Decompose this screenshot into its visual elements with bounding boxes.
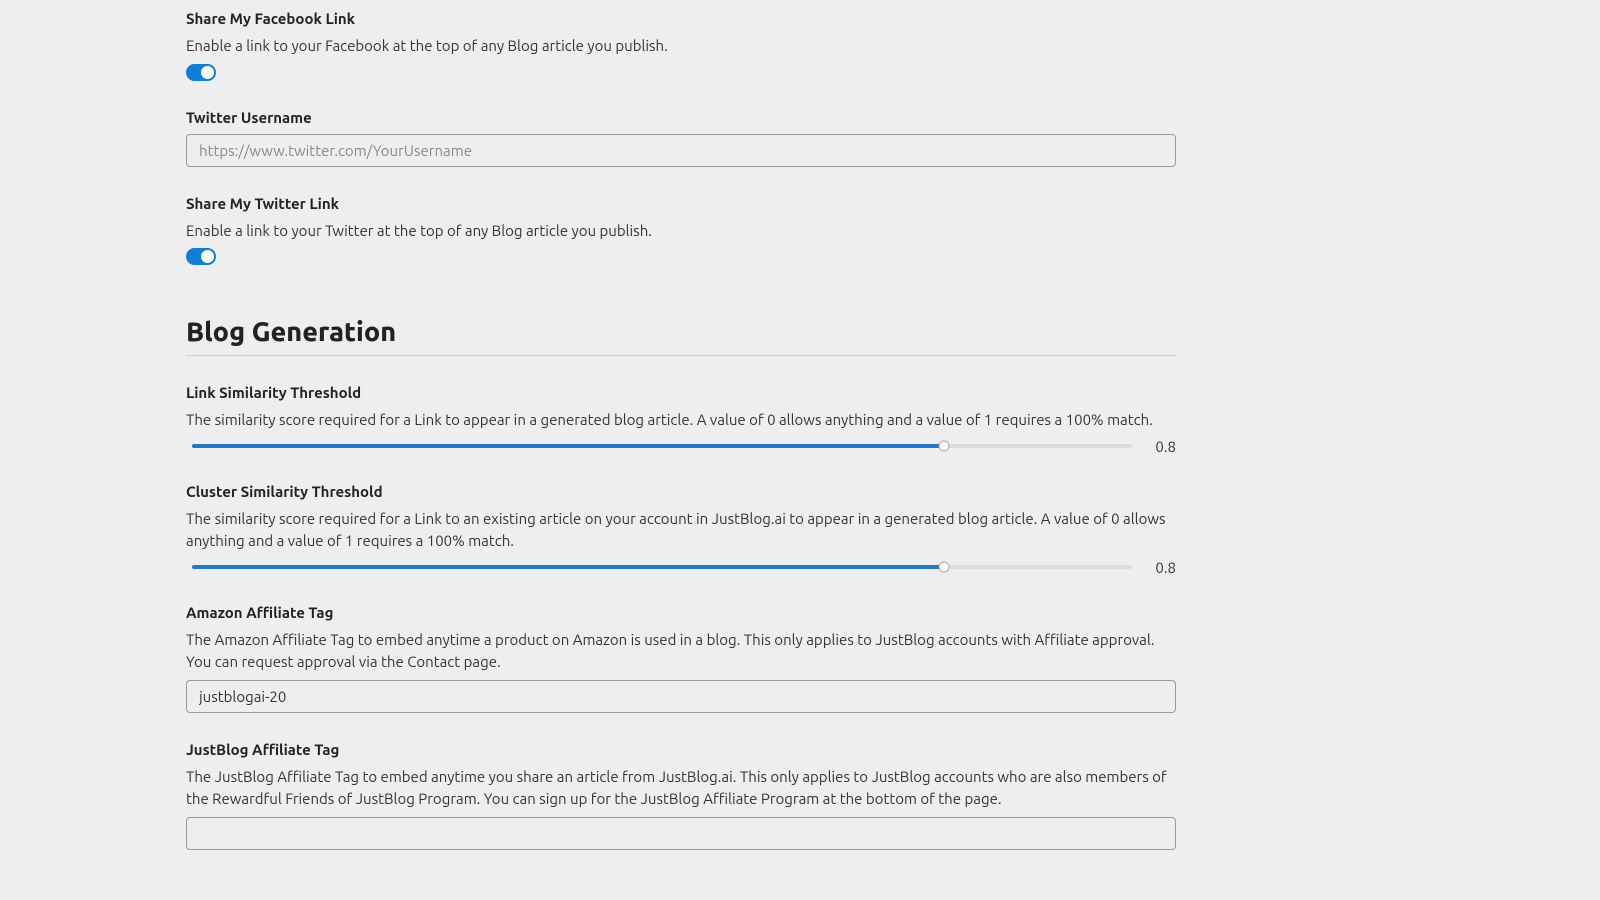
twitter-username-group: Twitter Username [186, 109, 1176, 167]
twitter-share-group: Share My Twitter Link Enable a link to y… [186, 195, 1176, 266]
slider-fill [192, 444, 944, 448]
link-similarity-slider[interactable] [186, 438, 1138, 454]
amazon-tag-input[interactable] [186, 680, 1176, 713]
slider-thumb[interactable] [939, 441, 950, 452]
slider-fill [192, 565, 944, 569]
facebook-share-label: Share My Facebook Link [186, 10, 1176, 27]
justblog-tag-input[interactable] [186, 817, 1176, 850]
facebook-share-desc: Enable a link to your Facebook at the to… [186, 35, 1176, 58]
cluster-similarity-group: Cluster Similarity Threshold The similar… [186, 483, 1176, 576]
twitter-username-input[interactable] [186, 134, 1176, 167]
cluster-similarity-value: 0.8 [1150, 559, 1176, 576]
facebook-share-toggle[interactable] [186, 64, 216, 81]
cluster-similarity-slider-row: 0.8 [186, 559, 1176, 576]
justblog-tag-desc: The JustBlog Affiliate Tag to embed anyt… [186, 766, 1176, 811]
link-similarity-desc: The similarity score required for a Link… [186, 409, 1176, 432]
twitter-share-label: Share My Twitter Link [186, 195, 1176, 212]
slider-track [192, 444, 1132, 448]
link-similarity-value: 0.8 [1150, 438, 1176, 455]
cluster-similarity-label: Cluster Similarity Threshold [186, 483, 1176, 500]
toggle-knob [201, 250, 214, 263]
link-similarity-label: Link Similarity Threshold [186, 384, 1176, 401]
link-similarity-slider-row: 0.8 [186, 438, 1176, 455]
facebook-share-group: Share My Facebook Link Enable a link to … [186, 10, 1176, 81]
toggle-knob [201, 66, 214, 79]
cluster-similarity-slider[interactable] [186, 559, 1138, 575]
slider-track [192, 565, 1132, 569]
amazon-tag-desc: The Amazon Affiliate Tag to embed anytim… [186, 629, 1176, 674]
slider-thumb[interactable] [939, 562, 950, 573]
twitter-share-desc: Enable a link to your Twitter at the top… [186, 220, 1176, 243]
twitter-username-label: Twitter Username [186, 109, 1176, 126]
section-divider [186, 355, 1176, 356]
amazon-tag-group: Amazon Affiliate Tag The Amazon Affiliat… [186, 604, 1176, 713]
cluster-similarity-desc: The similarity score required for a Link… [186, 508, 1176, 553]
justblog-tag-group: JustBlog Affiliate Tag The JustBlog Affi… [186, 741, 1176, 850]
settings-form: Share My Facebook Link Enable a link to … [186, 0, 1176, 850]
justblog-tag-label: JustBlog Affiliate Tag [186, 741, 1176, 758]
link-similarity-group: Link Similarity Threshold The similarity… [186, 384, 1176, 455]
amazon-tag-label: Amazon Affiliate Tag [186, 604, 1176, 621]
section-title: Blog Generation [186, 317, 1176, 347]
twitter-share-toggle[interactable] [186, 248, 216, 265]
